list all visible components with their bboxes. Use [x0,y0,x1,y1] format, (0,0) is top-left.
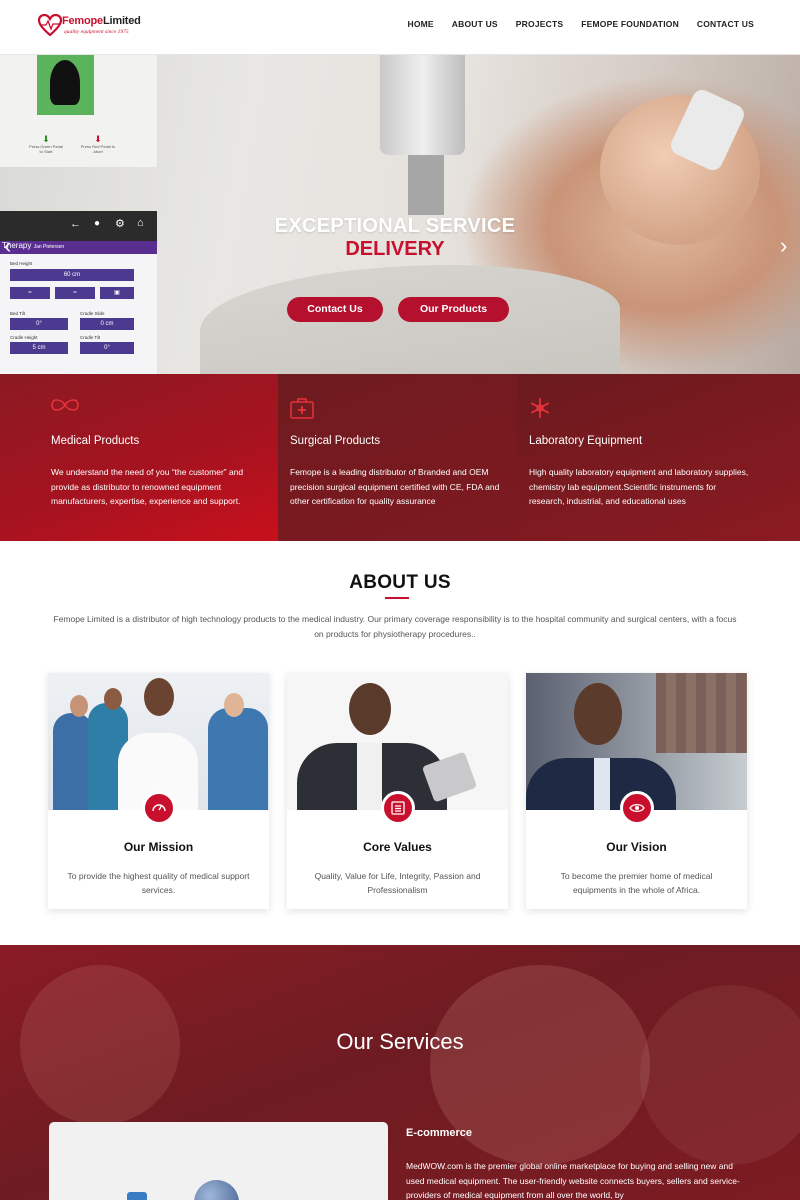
red-pedal-label: ⬇ Press Red Pedal to Abort [80,134,116,155]
main-nav: HOME ABOUT US PROJECTS FEMOPE FOUNDATION… [389,19,754,29]
services-title: Our Services [336,1029,464,1054]
card-text: To become the premier home of medical eq… [560,871,713,895]
mission-image [48,673,269,810]
save-icon: ▣ [100,287,134,299]
feature-laboratory-equipment: Laboratory Equipment High quality labora… [517,374,800,541]
eye-icon [620,791,654,825]
site-header: FemopeLimited quality equipment since 19… [0,0,800,55]
bed-height-label: Bed Height [10,261,33,266]
core-values-image [287,673,508,810]
hero-title: EXCEPTIONAL SERVICE [274,215,516,237]
bed-height-value: 60 cm [10,269,134,281]
cradle-height-label: Cradle Height [10,335,38,340]
head-silhouette-icon [50,60,80,105]
card-title: Our Vision [606,840,667,854]
card-title: Our Mission [123,840,194,854]
first-aid-kit-icon [290,398,314,419]
nav-home[interactable]: HOME [407,19,433,29]
feature-text: High quality laboratory equipment and la… [529,467,749,506]
nav-about-us[interactable]: ABOUT US [452,19,498,29]
bed-tilt-value: 0° [10,318,68,330]
nav-projects[interactable]: PROJECTS [516,19,563,29]
green-pedal-label: ⬇ Press Green Pedal to Start [29,134,63,155]
brand-logo[interactable]: FemopeLimited quality equipment since 19… [38,12,148,40]
about-divider [385,597,409,599]
asterisk-icon [530,398,550,418]
card-title: Core Values [363,840,432,854]
speedometer-icon [142,791,176,825]
service-title: E-commerce [406,1127,473,1139]
mission-card: Our Mission To provide the highest quali… [48,673,269,909]
hero-device-post [408,155,444,215]
cradle-tilt-value: 0° [80,342,134,354]
brand-tagline: quality equipment since 1975 [64,29,129,35]
cradle-slide-label: Cradle Slide [80,311,105,316]
nav-contact-us[interactable]: CONTACT US [697,19,754,29]
ecommerce-image [49,1122,388,1200]
feature-text: Femope is a leading distributor of Brand… [290,467,500,506]
about-text: Femope Limited is a distributor of high … [53,614,737,639]
infinity-icon [51,399,79,411]
services-bg-shape [640,985,800,1165]
card-text: Quality, Value for Life, Integrity, Pass… [314,871,481,895]
hero-device-arm [380,55,465,155]
nav-femope-foundation[interactable]: FEMOPE FOUNDATION [581,19,679,29]
bed-icon-button-2: ≈ [55,287,95,299]
feature-title: Laboratory Equipment [529,435,643,447]
core-values-card: Core Values Quality, Value for Life, Int… [287,673,508,909]
service-text: MedWOW.com is the premier global online … [406,1161,740,1200]
feature-medical-products: Medical Products We understand the need … [0,374,278,541]
cradle-tilt-label: Cradle Tilt [80,335,101,340]
feature-surgical-products: Surgical Products Femope is a leading di… [278,374,517,541]
bed-icon-button: ≈ [10,287,50,299]
hero-subtitle: DELIVERY [345,238,445,260]
contact-us-button[interactable]: Contact Us [287,297,383,322]
feature-title: Surgical Products [290,435,381,447]
hero-device-panel: ⬇ Press Green Pedal to Start ⬇ Press Red… [0,55,157,167]
features-band: Medical Products We understand the need … [0,374,800,541]
cradle-slide-value: 0 cm [80,318,134,330]
card-text: To provide the highest quality of medica… [67,871,250,895]
list-icon [381,791,415,825]
vision-image [526,673,747,810]
arrow-down-red-icon: ⬇ [94,134,102,144]
cradle-height-value: 5 cm [10,342,68,354]
heart-logo-icon [38,14,62,36]
feature-text: We understand the need of you “the custo… [51,467,244,506]
arrow-down-green-icon: ⬇ [42,134,50,144]
globe-icon [194,1180,239,1200]
bed-tilt-label: Bed Tilt [10,311,26,316]
vision-card: Our Vision To become the premier home of… [526,673,747,909]
feature-title: Medical Products [51,435,140,447]
hero-slider: ⬇ Press Green Pedal to Start ⬇ Press Red… [0,55,800,374]
services-section: Our Services E-commerce MedWOW.com is th… [0,945,800,1200]
brand-name: FemopeLimited [62,15,141,27]
our-products-button[interactable]: Our Products [398,297,509,322]
about-title: ABOUT US [349,572,451,593]
